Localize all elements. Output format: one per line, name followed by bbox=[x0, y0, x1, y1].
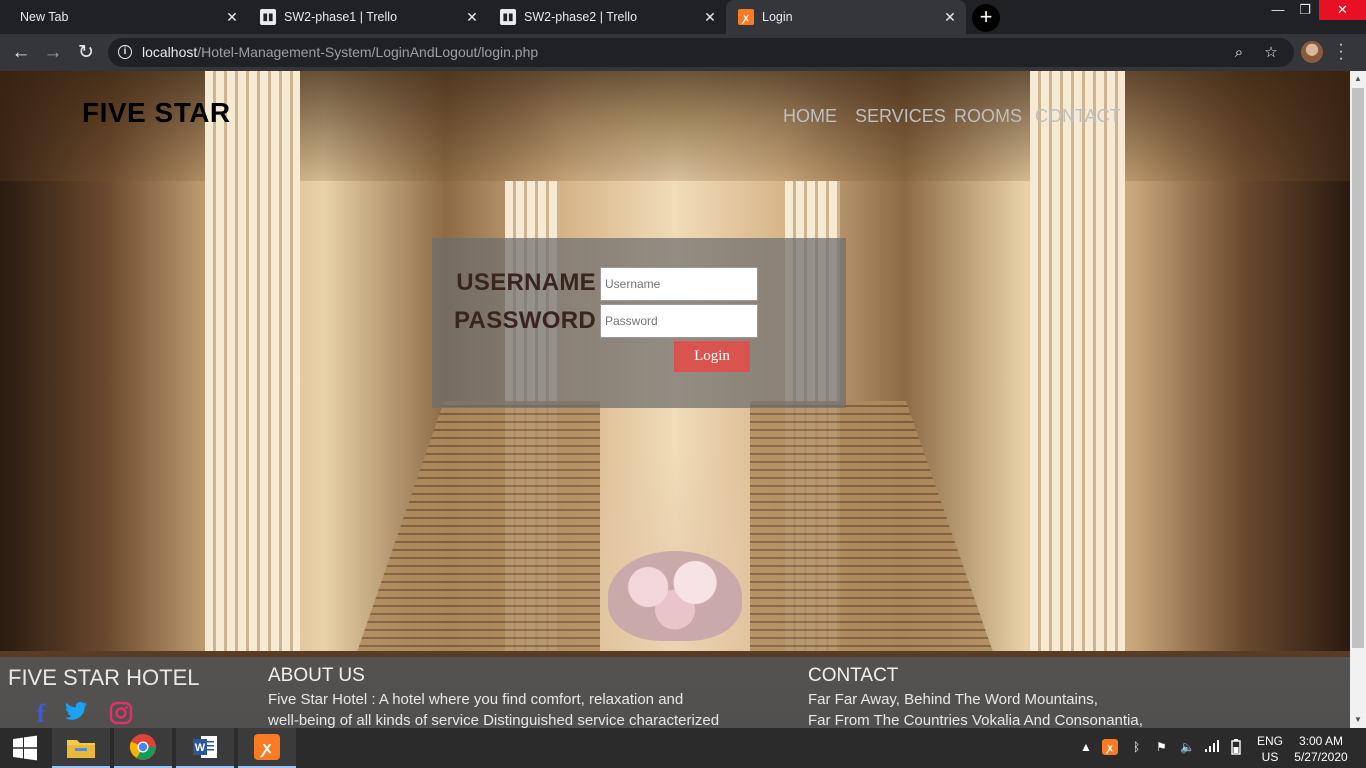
lobby-pillar bbox=[205, 71, 300, 651]
nav-home[interactable]: HOME bbox=[783, 106, 837, 127]
new-tab-button[interactable]: + bbox=[972, 4, 1000, 32]
zoom-icon[interactable]: ⌕ bbox=[1229, 43, 1249, 63]
input-language-indicator[interactable]: ENG US bbox=[1255, 733, 1285, 765]
scrollbar-thumb[interactable] bbox=[1352, 88, 1364, 648]
instagram-icon[interactable] bbox=[108, 701, 134, 727]
xampp-tray-icon[interactable]: ꭗ bbox=[1101, 738, 1119, 759]
reload-icon[interactable]: ↻ bbox=[73, 40, 99, 66]
close-tab-icon[interactable]: ✕ bbox=[702, 9, 718, 25]
minimize-window-icon[interactable]: — bbox=[1263, 0, 1293, 20]
file-explorer-icon[interactable] bbox=[52, 728, 110, 768]
url-path: /Hotel-Management-System/LoginAndLogout/… bbox=[197, 44, 539, 60]
word-icon[interactable]: W bbox=[176, 728, 234, 768]
system-clock[interactable]: 3:00 AM 5/27/2020 bbox=[1290, 733, 1352, 765]
trello-icon: ▮▮ bbox=[260, 9, 276, 25]
login-form: USERNAME PASSWORD Login bbox=[432, 238, 846, 408]
tab-sw2-phase2[interactable]: ▮▮ SW2-phase2 | Trello ✕ bbox=[488, 0, 726, 34]
bluetooth-icon[interactable]: ᛒ bbox=[1133, 740, 1140, 754]
windows-taskbar: W ꭗ ▲ ꭗ ᛒ ⚑ 🔈 ENG US 3:00 AM 5/27/2020 bbox=[0, 728, 1366, 768]
nav-services[interactable]: SERVICES bbox=[855, 106, 946, 127]
twitter-icon[interactable] bbox=[63, 701, 89, 727]
volume-icon[interactable]: 🔈 bbox=[1180, 740, 1195, 754]
svg-text:ꭗ: ꭗ bbox=[1105, 743, 1113, 754]
close-window-icon[interactable]: ✕ bbox=[1319, 0, 1366, 20]
about-heading: ABOUT US bbox=[268, 665, 365, 686]
windows-start-icon[interactable] bbox=[0, 728, 50, 768]
bookmark-star-icon[interactable]: ☆ bbox=[1261, 43, 1281, 63]
restore-window-icon[interactable]: ❐ bbox=[1290, 0, 1320, 20]
close-tab-icon[interactable]: ✕ bbox=[224, 9, 240, 25]
contact-text-line: Far Far Away, Behind The Word Mountains, bbox=[808, 691, 1098, 708]
scroll-down-arrow-icon[interactable]: ▼ bbox=[1350, 712, 1366, 728]
tab-title: SW2-phase1 | Trello bbox=[284, 10, 398, 24]
close-tab-icon[interactable]: ✕ bbox=[464, 9, 480, 25]
xampp-icon: ꭗ bbox=[738, 9, 754, 25]
password-input[interactable] bbox=[600, 304, 758, 338]
language-code: ENG bbox=[1256, 734, 1283, 748]
url-host: localhost bbox=[142, 44, 198, 60]
lobby-flower-arrangement bbox=[608, 551, 742, 641]
forward-arrow-icon[interactable]: → bbox=[40, 40, 66, 66]
tab-title: SW2-phase2 | Trello bbox=[524, 10, 638, 24]
about-text-line: Five Star Hotel : A hotel where you find… bbox=[268, 691, 684, 708]
password-label: PASSWORD bbox=[454, 307, 596, 334]
about-text-line: well-being of all kinds of service Disti… bbox=[268, 712, 720, 728]
svg-text:W: W bbox=[195, 742, 206, 754]
footer-title: FIVE STAR HOTEL bbox=[8, 665, 200, 690]
site-footer: FIVE STAR HOTEL f ABOUT US Five Star Hot… bbox=[0, 657, 1350, 728]
address-bar[interactable]: i localhost/Hotel-Management-System/Logi… bbox=[108, 38, 1294, 67]
chrome-icon[interactable] bbox=[114, 728, 172, 768]
browser-tab-bar: New Tab ✕ ▮▮ SW2-phase1 | Trello ✕ ▮▮ SW… bbox=[0, 0, 1366, 34]
trello-icon: ▮▮ bbox=[500, 9, 516, 25]
tab-new-tab[interactable]: New Tab ✕ bbox=[8, 0, 248, 34]
show-hidden-icons-icon[interactable]: ▲ bbox=[1080, 740, 1092, 754]
site-info-icon[interactable]: i bbox=[118, 45, 132, 59]
back-arrow-icon[interactable]: ← bbox=[8, 40, 34, 66]
nav-rooms[interactable]: ROOMS bbox=[954, 106, 1022, 127]
tab-login[interactable]: ꭗ Login ✕ bbox=[726, 0, 966, 34]
tab-title: Login bbox=[762, 10, 793, 24]
region-code: US bbox=[1261, 750, 1279, 764]
scroll-up-arrow-icon[interactable]: ▲ bbox=[1350, 71, 1366, 87]
tab-sw2-phase1[interactable]: ▮▮ SW2-phase1 | Trello ✕ bbox=[248, 0, 488, 34]
browser-menu-icon[interactable]: · · · bbox=[1336, 37, 1346, 67]
clock-date: 5/27/2020 bbox=[1294, 750, 1348, 764]
lobby-pillar bbox=[1030, 71, 1125, 651]
page-scrollbar[interactable]: ▲ ▼ bbox=[1350, 71, 1366, 728]
nav-contact[interactable]: CONTACT bbox=[1035, 106, 1121, 127]
profile-avatar[interactable] bbox=[1301, 41, 1323, 63]
close-tab-icon[interactable]: ✕ bbox=[942, 9, 958, 25]
contact-heading: CONTACT bbox=[808, 665, 899, 686]
username-label: USERNAME bbox=[456, 269, 596, 296]
browser-toolbar: ← → ↻ i localhost/Hotel-Management-Syste… bbox=[0, 34, 1366, 71]
xampp-icon[interactable]: ꭗ bbox=[238, 728, 296, 768]
login-button[interactable]: Login bbox=[674, 341, 750, 372]
username-input[interactable] bbox=[600, 267, 758, 301]
network-signal-icon[interactable] bbox=[1204, 738, 1220, 757]
hotel-page: FIVE STAR HOME SERVICES ROOMS CONTACT US… bbox=[0, 71, 1350, 728]
clock-time: 3:00 AM bbox=[1298, 734, 1344, 748]
battery-icon[interactable] bbox=[1228, 738, 1244, 759]
tab-title: New Tab bbox=[20, 10, 69, 24]
facebook-icon[interactable]: f bbox=[28, 701, 54, 727]
action-center-flag-icon[interactable]: ⚑ bbox=[1156, 740, 1167, 754]
site-brand[interactable]: FIVE STAR bbox=[82, 97, 231, 129]
url-text[interactable]: localhost/Hotel-Management-System/LoginA… bbox=[142, 44, 538, 60]
contact-text-line: Far From The Countries Vokalia And Conso… bbox=[808, 712, 1143, 728]
